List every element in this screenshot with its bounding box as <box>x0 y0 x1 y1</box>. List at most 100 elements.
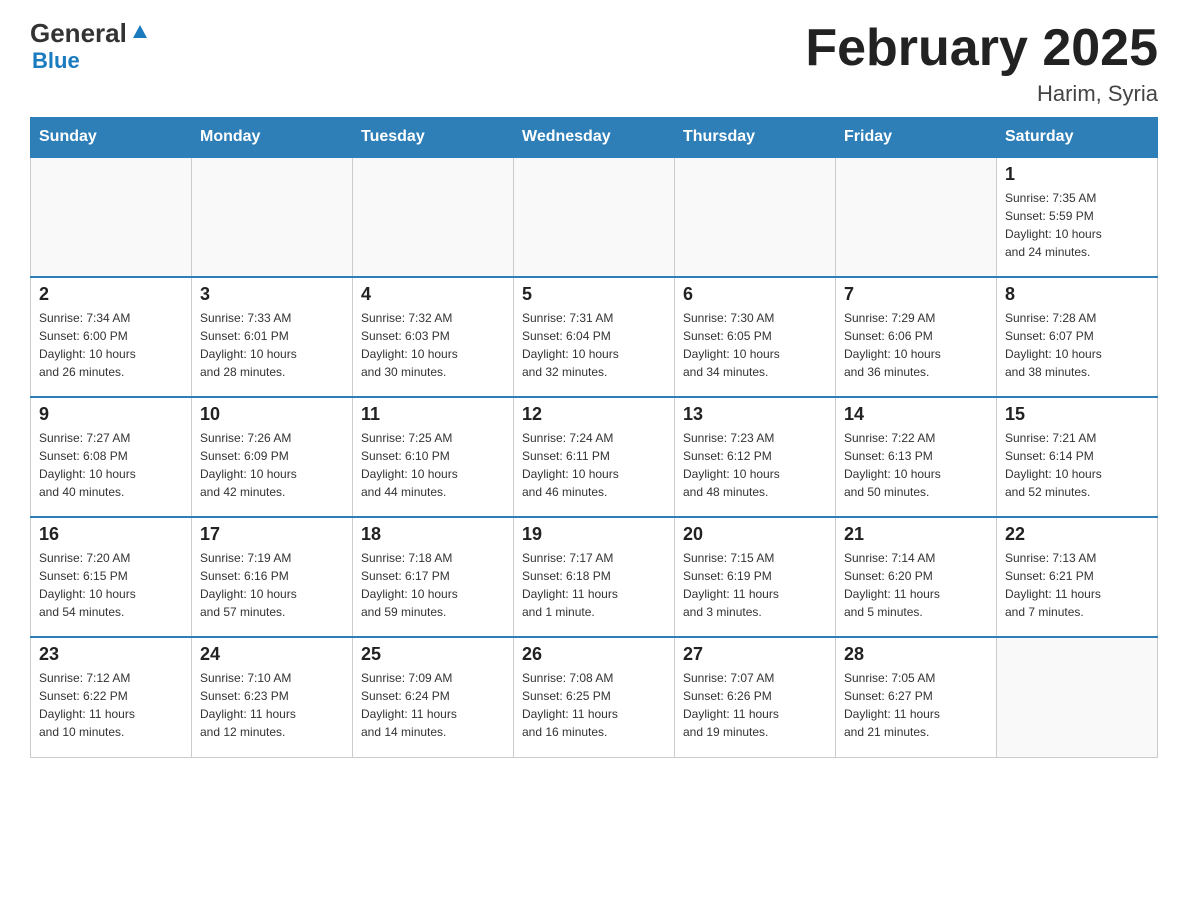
calendar-cell-w0-d1 <box>192 157 353 277</box>
day-number: 3 <box>200 284 344 305</box>
calendar-cell-w1-d2: 4 Sunrise: 7:32 AM Sunset: 6:03 PM Daylig… <box>353 277 514 397</box>
logo-triangle-icon <box>129 20 151 42</box>
day-number: 6 <box>683 284 827 305</box>
logo-blue-text: Blue <box>32 48 80 74</box>
day-number: 27 <box>683 644 827 665</box>
header-saturday: Saturday <box>997 118 1158 158</box>
calendar-cell-w2-d6: 15 Sunrise: 7:21 AM Sunset: 6:14 PM Dayli… <box>997 397 1158 517</box>
calendar-cell-w3-d2: 18 Sunrise: 7:18 AM Sunset: 6:17 PM Dayli… <box>353 517 514 637</box>
week-row-0: 1 Sunrise: 7:35 AM Sunset: 5:59 PM Daylig… <box>31 157 1158 277</box>
day-number: 24 <box>200 644 344 665</box>
calendar-cell-w1-d4: 6 Sunrise: 7:30 AM Sunset: 6:05 PM Daylig… <box>675 277 836 397</box>
day-number: 23 <box>39 644 183 665</box>
day-info: Sunrise: 7:09 AM Sunset: 6:24 PM Dayligh… <box>361 669 505 741</box>
calendar-cell-w3-d5: 21 Sunrise: 7:14 AM Sunset: 6:20 PM Dayli… <box>836 517 997 637</box>
day-info: Sunrise: 7:33 AM Sunset: 6:01 PM Dayligh… <box>200 309 344 381</box>
day-info: Sunrise: 7:05 AM Sunset: 6:27 PM Dayligh… <box>844 669 988 741</box>
header-wednesday: Wednesday <box>514 118 675 158</box>
day-info: Sunrise: 7:13 AM Sunset: 6:21 PM Dayligh… <box>1005 549 1149 621</box>
calendar-cell-w0-d5 <box>836 157 997 277</box>
day-info: Sunrise: 7:32 AM Sunset: 6:03 PM Dayligh… <box>361 309 505 381</box>
calendar-cell-w4-d3: 26 Sunrise: 7:08 AM Sunset: 6:25 PM Dayli… <box>514 637 675 757</box>
day-number: 18 <box>361 524 505 545</box>
day-info: Sunrise: 7:10 AM Sunset: 6:23 PM Dayligh… <box>200 669 344 741</box>
calendar-cell-w4-d2: 25Sunrise: 7:09 AM Sunset: 6:24 PM Dayli… <box>353 637 514 757</box>
calendar-cell-w1-d5: 7Sunrise: 7:29 AM Sunset: 6:06 PM Daylig… <box>836 277 997 397</box>
calendar-cell-w3-d4: 20Sunrise: 7:15 AM Sunset: 6:19 PM Dayli… <box>675 517 836 637</box>
day-info: Sunrise: 7:34 AM Sunset: 6:00 PM Dayligh… <box>39 309 183 381</box>
calendar-title: February 2025 <box>805 20 1158 77</box>
header-sunday: Sunday <box>31 118 192 158</box>
calendar-cell-w0-d2 <box>353 157 514 277</box>
day-info: Sunrise: 7:22 AM Sunset: 6:13 PM Dayligh… <box>844 429 988 501</box>
header-friday: Friday <box>836 118 997 158</box>
calendar-cell-w4-d1: 24 Sunrise: 7:10 AM Sunset: 6:23 PM Dayli… <box>192 637 353 757</box>
calendar-cell-w2-d5: 14 Sunrise: 7:22 AM Sunset: 6:13 PM Dayli… <box>836 397 997 517</box>
day-info: Sunrise: 7:35 AM Sunset: 5:59 PM Dayligh… <box>1005 189 1149 261</box>
day-info: Sunrise: 7:20 AM Sunset: 6:15 PM Dayligh… <box>39 549 183 621</box>
day-number: 7 <box>844 284 988 305</box>
day-number: 4 <box>361 284 505 305</box>
day-info: Sunrise: 7:14 AM Sunset: 6:20 PM Dayligh… <box>844 549 988 621</box>
calendar-cell-w3-d0: 16 Sunrise: 7:20 AM Sunset: 6:15 PM Dayli… <box>31 517 192 637</box>
calendar-cell-w4-d4: 27 Sunrise: 7:07 AM Sunset: 6:26 PM Dayli… <box>675 637 836 757</box>
calendar-cell-w1-d3: 5Sunrise: 7:31 AM Sunset: 6:04 PM Daylig… <box>514 277 675 397</box>
calendar-cell-w2-d1: 10 Sunrise: 7:26 AM Sunset: 6:09 PM Dayli… <box>192 397 353 517</box>
day-info: Sunrise: 7:24 AM Sunset: 6:11 PM Dayligh… <box>522 429 666 501</box>
week-row-1: 2 Sunrise: 7:34 AM Sunset: 6:00 PM Daylig… <box>31 277 1158 397</box>
day-info: Sunrise: 7:12 AM Sunset: 6:22 PM Dayligh… <box>39 669 183 741</box>
calendar-cell-w0-d4 <box>675 157 836 277</box>
day-number: 5 <box>522 284 666 305</box>
calendar-cell-w1-d6: 8Sunrise: 7:28 AM Sunset: 6:07 PM Daylig… <box>997 277 1158 397</box>
day-number: 10 <box>200 404 344 425</box>
day-number: 14 <box>844 404 988 425</box>
day-number: 13 <box>683 404 827 425</box>
header-thursday: Thursday <box>675 118 836 158</box>
calendar-cell-w2-d0: 9 Sunrise: 7:27 AM Sunset: 6:08 PM Daylig… <box>31 397 192 517</box>
calendar-cell-w3-d6: 22 Sunrise: 7:13 AM Sunset: 6:21 PM Dayli… <box>997 517 1158 637</box>
header-monday: Monday <box>192 118 353 158</box>
day-number: 15 <box>1005 404 1149 425</box>
day-number: 28 <box>844 644 988 665</box>
calendar-cell-w3-d1: 17 Sunrise: 7:19 AM Sunset: 6:16 PM Dayli… <box>192 517 353 637</box>
calendar-cell-w0-d6: 1 Sunrise: 7:35 AM Sunset: 5:59 PM Daylig… <box>997 157 1158 277</box>
day-number: 19 <box>522 524 666 545</box>
day-info: Sunrise: 7:26 AM Sunset: 6:09 PM Dayligh… <box>200 429 344 501</box>
day-number: 22 <box>1005 524 1149 545</box>
calendar-cell-w4-d5: 28 Sunrise: 7:05 AM Sunset: 6:27 PM Dayli… <box>836 637 997 757</box>
day-info: Sunrise: 7:17 AM Sunset: 6:18 PM Dayligh… <box>522 549 666 621</box>
day-number: 26 <box>522 644 666 665</box>
calendar-cell-w4-d0: 23 Sunrise: 7:12 AM Sunset: 6:22 PM Dayli… <box>31 637 192 757</box>
day-info: Sunrise: 7:28 AM Sunset: 6:07 PM Dayligh… <box>1005 309 1149 381</box>
day-info: Sunrise: 7:27 AM Sunset: 6:08 PM Dayligh… <box>39 429 183 501</box>
calendar-cell-w2-d2: 11 Sunrise: 7:25 AM Sunset: 6:10 PM Dayli… <box>353 397 514 517</box>
day-info: Sunrise: 7:23 AM Sunset: 6:12 PM Dayligh… <box>683 429 827 501</box>
day-info: Sunrise: 7:18 AM Sunset: 6:17 PM Dayligh… <box>361 549 505 621</box>
day-info: Sunrise: 7:08 AM Sunset: 6:25 PM Dayligh… <box>522 669 666 741</box>
day-info: Sunrise: 7:25 AM Sunset: 6:10 PM Dayligh… <box>361 429 505 501</box>
day-info: Sunrise: 7:21 AM Sunset: 6:14 PM Dayligh… <box>1005 429 1149 501</box>
day-number: 2 <box>39 284 183 305</box>
day-number: 16 <box>39 524 183 545</box>
calendar-cell-w0-d3 <box>514 157 675 277</box>
day-number: 1 <box>1005 164 1149 185</box>
day-info: Sunrise: 7:30 AM Sunset: 6:05 PM Dayligh… <box>683 309 827 381</box>
calendar-cell-w1-d0: 2 Sunrise: 7:34 AM Sunset: 6:00 PM Daylig… <box>31 277 192 397</box>
calendar-cell-w2-d3: 12Sunrise: 7:24 AM Sunset: 6:11 PM Dayli… <box>514 397 675 517</box>
day-number: 9 <box>39 404 183 425</box>
location-subtitle: Harim, Syria <box>805 81 1158 107</box>
week-row-2: 9 Sunrise: 7:27 AM Sunset: 6:08 PM Daylig… <box>31 397 1158 517</box>
calendar-cell-w0-d0 <box>31 157 192 277</box>
day-number: 21 <box>844 524 988 545</box>
logo: General Blue <box>30 20 151 74</box>
day-info: Sunrise: 7:19 AM Sunset: 6:16 PM Dayligh… <box>200 549 344 621</box>
week-row-3: 16 Sunrise: 7:20 AM Sunset: 6:15 PM Dayli… <box>31 517 1158 637</box>
day-number: 17 <box>200 524 344 545</box>
logo-general-text: General <box>30 20 127 46</box>
day-info: Sunrise: 7:07 AM Sunset: 6:26 PM Dayligh… <box>683 669 827 741</box>
day-number: 11 <box>361 404 505 425</box>
header-tuesday: Tuesday <box>353 118 514 158</box>
title-area: February 2025 Harim, Syria <box>805 20 1158 107</box>
calendar-cell-w4-d6 <box>997 637 1158 757</box>
day-info: Sunrise: 7:15 AM Sunset: 6:19 PM Dayligh… <box>683 549 827 621</box>
